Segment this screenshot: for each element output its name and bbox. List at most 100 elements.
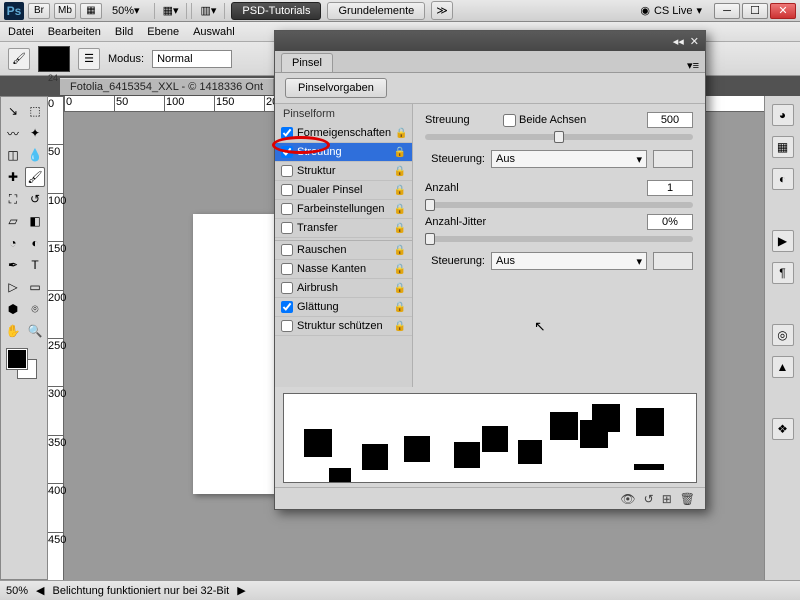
jitter-slider[interactable] — [425, 236, 693, 242]
menu-bearbeiten[interactable]: Bearbeiten — [48, 26, 101, 38]
brush-option-airbrush[interactable]: Airbrush🔒 — [275, 279, 412, 298]
workspace-tab-grundelemente[interactable]: Grundelemente — [327, 2, 425, 20]
fg-swatch[interactable] — [7, 349, 27, 369]
lock-icon[interactable]: 🔒 — [394, 283, 406, 294]
brush-panel-toggle[interactable]: ☰ — [78, 48, 100, 70]
trash-icon[interactable]: 🗑 — [680, 492, 695, 506]
move-tool[interactable]: ↘ — [3, 101, 23, 121]
hand-tool[interactable]: ✋ — [3, 321, 23, 341]
brush-presets-button[interactable]: Pinselvorgaben — [285, 78, 387, 98]
menu-bild[interactable]: Bild — [115, 26, 133, 38]
option-checkbox[interactable] — [281, 165, 293, 177]
collapse-icon[interactable]: ◂◂ — [673, 35, 684, 48]
3d-tool[interactable]: ⬢ — [3, 299, 23, 319]
lock-icon[interactable]: 🔒 — [394, 321, 406, 332]
lock-icon[interactable]: 🔒 — [394, 204, 406, 215]
brush-tool[interactable]: 🖌 — [25, 167, 45, 187]
info-panel-icon[interactable]: ▲ — [772, 356, 794, 378]
brush-option-transfer[interactable]: Transfer🔒 — [275, 219, 412, 238]
option-checkbox[interactable] — [281, 127, 293, 139]
brush-option-struktur-schützen[interactable]: Struktur schützen🔒 — [275, 317, 412, 336]
layers-panel-icon[interactable]: ❖ — [772, 418, 794, 440]
lasso-tool[interactable]: 〰 — [3, 123, 23, 143]
pinsel-panel-titlebar[interactable]: ◂◂ ✕ — [275, 31, 705, 51]
lock-icon[interactable]: 🔒 — [394, 264, 406, 275]
brush-option-rauschen[interactable]: Rauschen🔒 — [275, 240, 412, 260]
lock-icon[interactable]: 🔒 — [394, 245, 406, 256]
crop-tool[interactable]: ◫ — [3, 145, 23, 165]
option-checkbox[interactable] — [281, 184, 293, 196]
scatter-slider[interactable] — [425, 134, 693, 140]
lock-icon[interactable]: 🔒 — [394, 147, 406, 158]
menu-auswahl[interactable]: Auswahl — [193, 26, 235, 38]
reset-icon[interactable]: ↺ — [644, 492, 654, 506]
zoom-select[interactable]: 50% ▾ — [108, 3, 150, 19]
stamp-tool[interactable]: ⛶ — [3, 189, 23, 209]
view-grid-button[interactable]: ▦ — [80, 3, 102, 19]
close-panel-icon[interactable]: ✕ — [690, 35, 699, 48]
arrange-button[interactable]: ▥▾ — [191, 3, 225, 19]
br-button[interactable]: Br — [28, 3, 50, 19]
brush-option-glättung[interactable]: Glättung🔒 — [275, 298, 412, 317]
pinselform-header[interactable]: Pinselform — [275, 104, 412, 124]
option-checkbox[interactable] — [281, 244, 293, 256]
color-swatches[interactable] — [3, 347, 45, 383]
control1-select[interactable]: Aus▾ — [491, 150, 647, 168]
marquee-tool[interactable]: ⬚ — [25, 101, 45, 121]
blur-tool[interactable]: ◔ — [3, 233, 23, 253]
scatter-value[interactable]: 500 — [647, 112, 693, 128]
control1-extra[interactable] — [653, 150, 693, 168]
color-panel-icon[interactable]: ◕ — [772, 104, 794, 126]
type-tool[interactable]: T — [25, 255, 45, 275]
gradient-tool[interactable]: ◧ — [25, 211, 45, 231]
option-checkbox[interactable] — [281, 263, 293, 275]
lock-icon[interactable]: 🔒 — [395, 128, 407, 139]
history-brush-tool[interactable]: ↺ — [25, 189, 45, 209]
shape-tool[interactable]: ▭ — [25, 277, 45, 297]
brush-preset-swatch[interactable] — [38, 46, 70, 72]
control2-select[interactable]: Aus▾ — [491, 252, 647, 270]
menu-ebene[interactable]: Ebene — [147, 26, 179, 38]
maximize-button[interactable]: ☐ — [742, 3, 768, 19]
option-checkbox[interactable] — [281, 282, 293, 294]
menu-datei[interactable]: Datei — [8, 26, 34, 38]
lock-icon[interactable]: 🔒 — [394, 185, 406, 196]
option-checkbox[interactable] — [281, 222, 293, 234]
status-zoom[interactable]: 50% — [6, 585, 28, 597]
zoom-tool[interactable]: 🔍 — [25, 321, 45, 341]
option-checkbox[interactable] — [281, 301, 293, 313]
brush-option-formeigenschaften[interactable]: Formeigenschaften🔒 — [275, 124, 412, 143]
eyedropper-tool[interactable]: 💧 — [25, 145, 45, 165]
adjustments-panel-icon[interactable]: ◐ — [772, 168, 794, 190]
lock-icon[interactable]: 🔒 — [394, 166, 406, 177]
navigator-panel-icon[interactable]: ◎ — [772, 324, 794, 346]
lock-icon[interactable]: 🔒 — [394, 223, 406, 234]
pen-tool[interactable]: ✒ — [3, 255, 23, 275]
healing-tool[interactable]: ✚ — [3, 167, 23, 187]
option-checkbox[interactable] — [281, 146, 293, 158]
mb-button[interactable]: Mb — [54, 3, 76, 19]
option-checkbox[interactable] — [281, 320, 293, 332]
brush-option-farbeinstellungen[interactable]: Farbeinstellungen🔒 — [275, 200, 412, 219]
count-value[interactable]: 1 — [647, 180, 693, 196]
new-preset-icon[interactable]: ⊞ — [662, 492, 672, 506]
camera-tool[interactable]: ⌾ — [25, 299, 45, 319]
toggle-preview-icon[interactable]: 👁 — [620, 492, 635, 506]
brush-option-nasse-kanten[interactable]: Nasse Kanten🔒 — [275, 260, 412, 279]
option-checkbox[interactable] — [281, 203, 293, 215]
view-preset-button[interactable]: ▦▾ — [154, 3, 188, 19]
cslive-button[interactable]: ◉CS Live▾ — [634, 4, 708, 17]
modus-select[interactable]: Normal — [152, 50, 232, 68]
brush-tool-icon[interactable]: 🖌 — [8, 48, 30, 70]
count-slider[interactable] — [425, 202, 693, 208]
eraser-tool[interactable]: ▱ — [3, 211, 23, 231]
workspace-tab-psdtutorials[interactable]: PSD-Tutorials — [231, 2, 321, 20]
both-axes-checkbox[interactable] — [503, 114, 516, 127]
brush-option-dualer-pinsel[interactable]: Dualer Pinsel🔒 — [275, 181, 412, 200]
actions-panel-icon[interactable]: ▶ — [772, 230, 794, 252]
control2-extra[interactable] — [653, 252, 693, 270]
minimize-button[interactable]: ─ — [714, 3, 740, 19]
workspace-more-button[interactable]: ≫ — [431, 1, 453, 20]
paragraph-panel-icon[interactable]: ¶ — [772, 262, 794, 284]
swatches-panel-icon[interactable]: ▦ — [772, 136, 794, 158]
